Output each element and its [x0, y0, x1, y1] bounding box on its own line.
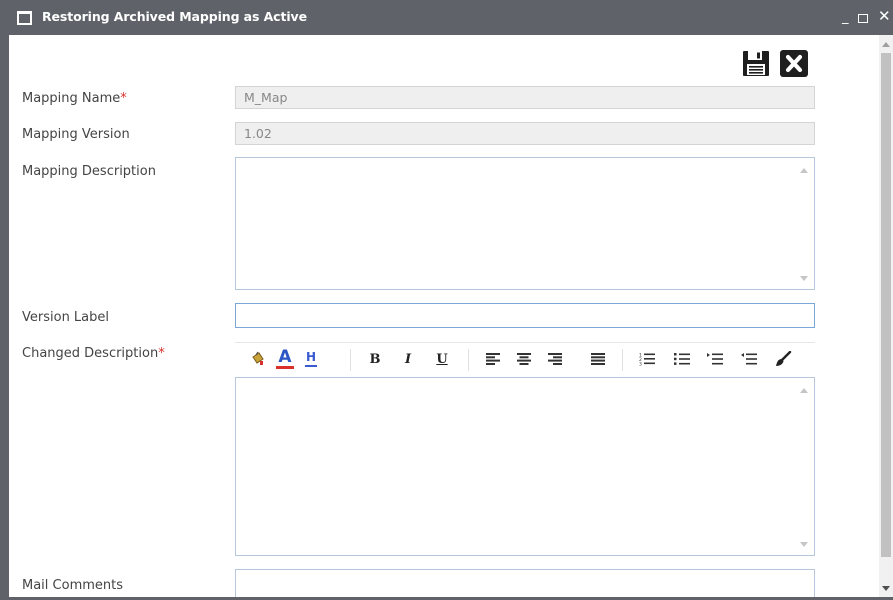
outdent-icon[interactable]	[740, 348, 758, 370]
toolbar-separator	[468, 349, 469, 371]
window-icon	[17, 11, 32, 25]
numbered-list-icon[interactable]: 1 2 3	[638, 348, 656, 370]
toolbar-separator	[622, 349, 623, 371]
underline-icon[interactable]: U	[433, 348, 451, 370]
required-marker: *	[120, 91, 127, 106]
version-label-input[interactable]	[235, 303, 815, 328]
mapping-name-label: Mapping Name*	[22, 91, 127, 106]
paint-bucket-icon[interactable]	[248, 348, 268, 370]
mapping-name-value: M_Map	[244, 90, 288, 105]
clear-format-icon[interactable]	[773, 348, 793, 370]
mapping-version-value: 1.02	[244, 126, 272, 141]
paint-bucket-glyph	[252, 351, 264, 365]
align-justify-icon[interactable]	[589, 348, 607, 370]
close-icon[interactable]	[780, 50, 808, 77]
window-left-border	[0, 35, 9, 600]
brush-glyph	[776, 351, 792, 366]
highlight-bar	[305, 365, 317, 367]
close-x-glyph	[785, 54, 803, 73]
font-color-bar	[276, 366, 294, 369]
mapping-description-textarea[interactable]	[235, 157, 815, 290]
title-bar[interactable]: Restoring Archived Mapping as Active _ ✕	[0, 0, 893, 35]
svg-text:3: 3	[639, 362, 642, 367]
mapping-description-label: Mapping Description	[22, 164, 156, 179]
highlight-glyph: H	[305, 350, 317, 365]
font-color-glyph: A	[278, 347, 292, 367]
dialog-window: Restoring Archived Mapping as Active _ ✕…	[0, 0, 893, 600]
align-left-glyph	[486, 353, 500, 365]
scroll-up-arrow[interactable]	[882, 42, 890, 47]
mail-comments-textarea[interactable]	[235, 569, 815, 597]
font-color-icon[interactable]: A	[275, 348, 295, 370]
highlight-icon[interactable]: H	[301, 348, 321, 370]
italic-icon[interactable]: I	[399, 348, 417, 370]
align-left-icon[interactable]	[484, 348, 502, 370]
mapping-name-field: M_Map	[235, 86, 815, 109]
changed-description-label: Changed Description*	[22, 346, 165, 361]
mapping-version-label: Mapping Version	[22, 127, 130, 142]
align-right-glyph	[548, 353, 562, 365]
mapping-name-label-text: Mapping Name	[22, 91, 121, 106]
required-marker: *	[158, 346, 165, 361]
save-icon[interactable]	[742, 50, 770, 77]
scroll-down-arrow[interactable]	[882, 586, 890, 591]
close-window-button[interactable]: ✕	[878, 8, 891, 24]
align-right-icon[interactable]	[546, 348, 564, 370]
bullet-list-icon[interactable]	[673, 348, 691, 370]
bold-icon[interactable]: B	[366, 348, 384, 370]
minimize-button[interactable]: _	[842, 10, 849, 26]
changed-description-label-text: Changed Description	[22, 346, 159, 361]
toolbar-separator	[350, 349, 351, 371]
align-center-glyph	[517, 353, 531, 365]
maximize-button[interactable]	[858, 14, 868, 23]
bullet-list-glyph	[674, 353, 690, 365]
numbered-list-glyph: 1 2 3	[639, 353, 655, 367]
indent-glyph	[707, 353, 723, 365]
indent-icon[interactable]	[706, 348, 724, 370]
page-scrollbar[interactable]	[879, 35, 893, 597]
outdent-glyph	[741, 353, 757, 365]
scroll-thumb[interactable]	[881, 53, 891, 557]
mail-comments-label: Mail Comments	[22, 578, 124, 593]
window-title: Restoring Archived Mapping as Active	[42, 9, 307, 24]
changed-description-editor[interactable]	[235, 377, 815, 556]
scroll-down-arrow[interactable]	[800, 276, 808, 281]
rich-text-toolbar: A H B I U 1 2 3	[235, 342, 815, 375]
scroll-up-arrow[interactable]	[800, 168, 808, 173]
align-justify-glyph	[591, 353, 605, 365]
align-center-icon[interactable]	[515, 348, 533, 370]
scroll-down-arrow[interactable]	[800, 542, 808, 547]
version-label-label: Version Label	[22, 310, 110, 325]
scroll-up-arrow[interactable]	[800, 388, 808, 393]
mapping-version-field: 1.02	[235, 122, 815, 145]
